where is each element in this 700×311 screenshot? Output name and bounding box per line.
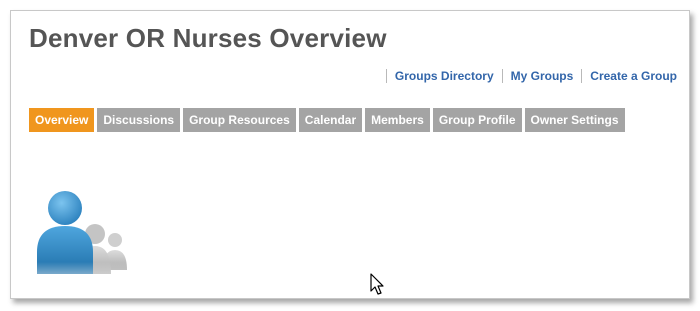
tab-overview[interactable]: Overview (29, 108, 95, 132)
groups-directory-link[interactable]: Groups Directory (395, 69, 494, 83)
page-title: Denver OR Nurses Overview (29, 23, 387, 53)
link-divider (385, 69, 387, 83)
tab-owner-settings[interactable]: Owner Settings (524, 108, 625, 132)
my-groups-link[interactable]: My Groups (511, 69, 574, 83)
tab-discussions[interactable]: Discussions (97, 108, 181, 132)
link-divider (501, 69, 503, 83)
group-tabs: Overview Discussions Group Resources Cal… (29, 108, 649, 136)
group-links-nav: Groups Directory My Groups Create a Grou… (378, 69, 677, 83)
create-group-link[interactable]: Create a Group (590, 69, 677, 83)
mouse-pointer-icon (370, 273, 384, 295)
tab-members[interactable]: Members (365, 108, 430, 132)
group-avatar-icon (31, 191, 141, 287)
tab-group-profile[interactable]: Group Profile (432, 108, 522, 132)
group-panel: Denver OR Nurses Overview Groups Directo… (10, 10, 690, 299)
tab-group-resources[interactable]: Group Resources (183, 108, 296, 132)
tab-calendar[interactable]: Calendar (298, 108, 363, 132)
link-divider (581, 69, 583, 83)
